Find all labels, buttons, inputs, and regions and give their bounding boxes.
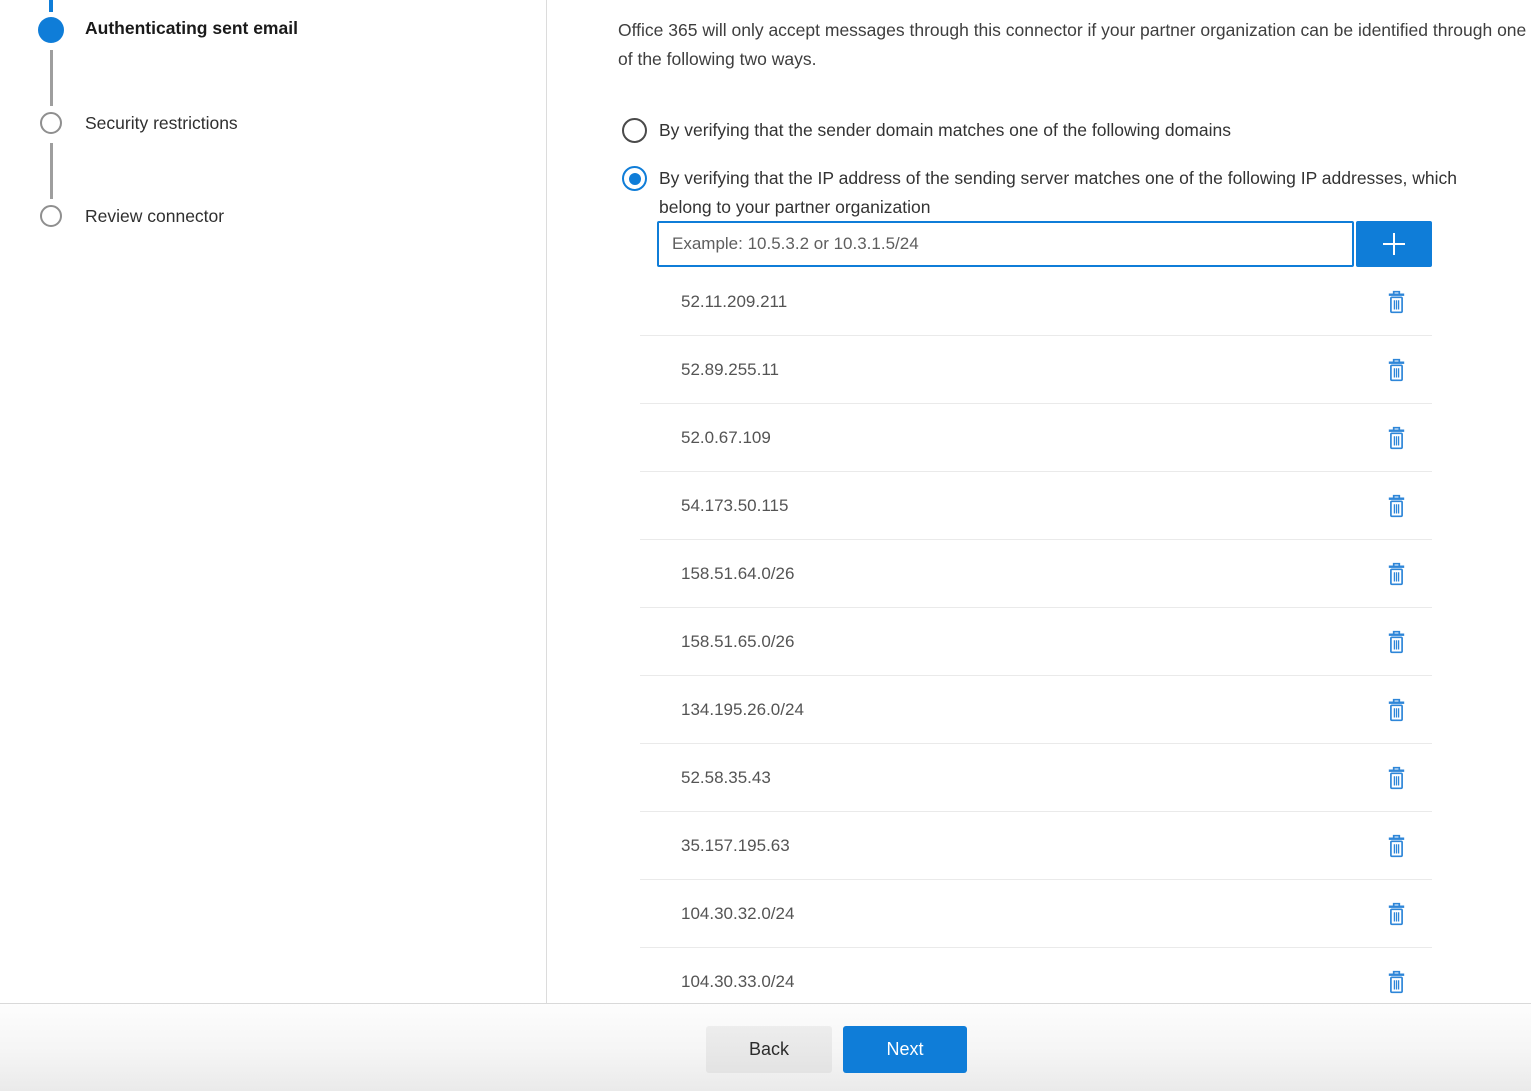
ip-address-row: 134.195.26.0/24 <box>640 676 1432 744</box>
ip-address-row: 104.30.32.0/24 <box>640 880 1432 948</box>
ip-address-input[interactable] <box>657 221 1354 267</box>
step-label-authenticating-sent-email: Authenticating sent email <box>85 18 298 39</box>
ip-address-list: 52.11.209.211 52.89.255.11 <box>640 268 1432 1003</box>
delete-ip-button[interactable] <box>1385 628 1408 656</box>
delete-ip-button[interactable] <box>1385 968 1408 996</box>
ip-address-value: 52.89.255.11 <box>681 360 779 380</box>
ip-address-row: 158.51.65.0/26 <box>640 608 1432 676</box>
trash-icon <box>1387 834 1406 858</box>
ip-address-value: 158.51.64.0/26 <box>681 564 794 584</box>
delete-ip-button[interactable] <box>1385 696 1408 724</box>
ip-address-row: 52.89.255.11 <box>640 336 1432 404</box>
ip-address-value: 134.195.26.0/24 <box>681 700 804 720</box>
next-button[interactable]: Next <box>843 1026 967 1073</box>
step-label-review-connector: Review connector <box>85 206 224 227</box>
trash-icon <box>1387 902 1406 926</box>
trash-icon <box>1387 562 1406 586</box>
ip-address-value: 52.0.67.109 <box>681 428 771 448</box>
back-button[interactable]: Back <box>706 1026 832 1073</box>
ip-address-value: 52.58.35.43 <box>681 768 771 788</box>
delete-ip-button[interactable] <box>1385 764 1408 792</box>
plus-icon <box>1380 230 1408 258</box>
radio-label-sender-domain[interactable]: By verifying that the sender domain matc… <box>659 116 1231 145</box>
connector-wizard-page: Authenticating sent email Security restr… <box>0 0 1531 1091</box>
ip-address-row: 158.51.64.0/26 <box>640 540 1432 608</box>
radio-label-ip-address[interactable]: By verifying that the IP address of the … <box>659 164 1477 222</box>
delete-ip-button[interactable] <box>1385 560 1408 588</box>
step-indicator-review-connector <box>40 205 62 227</box>
trash-icon <box>1387 766 1406 790</box>
trash-icon <box>1387 358 1406 382</box>
ip-address-row: 35.157.195.63 <box>640 812 1432 880</box>
ip-address-value: 104.30.33.0/24 <box>681 972 794 992</box>
delete-ip-button[interactable] <box>1385 424 1408 452</box>
ip-address-row: 52.0.67.109 <box>640 404 1432 472</box>
add-ip-button[interactable] <box>1356 221 1432 267</box>
step-connector <box>50 143 53 199</box>
ip-address-row: 52.11.209.211 <box>640 268 1432 336</box>
delete-ip-button[interactable] <box>1385 492 1408 520</box>
trash-icon <box>1387 494 1406 518</box>
delete-ip-button[interactable] <box>1385 356 1408 384</box>
ip-address-value: 52.11.209.211 <box>681 292 787 312</box>
radio-button-sender-domain[interactable] <box>622 118 647 143</box>
sidebar-divider <box>546 0 547 1003</box>
radio-option-sender-domain: By verifying that the sender domain matc… <box>622 116 1231 145</box>
trash-icon <box>1387 698 1406 722</box>
ip-address-row: 52.58.35.43 <box>640 744 1432 812</box>
step-connector <box>50 50 53 106</box>
step-indicator-security-restrictions <box>40 112 62 134</box>
ip-address-value: 104.30.32.0/24 <box>681 904 794 924</box>
ip-address-value: 35.157.195.63 <box>681 836 790 856</box>
step-indicator-authenticating-sent-email <box>38 17 64 43</box>
ip-address-value: 158.51.65.0/26 <box>681 632 794 652</box>
ip-address-row: 54.173.50.115 <box>640 472 1432 540</box>
delete-ip-button[interactable] <box>1385 900 1408 928</box>
step-connector-previous <box>49 0 53 12</box>
wizard-footer: Back Next <box>0 1003 1531 1091</box>
step-label-security-restrictions: Security restrictions <box>85 113 238 134</box>
intro-text: Office 365 will only accept messages thr… <box>618 16 1531 74</box>
trash-icon <box>1387 426 1406 450</box>
trash-icon <box>1387 290 1406 314</box>
trash-icon <box>1387 970 1406 994</box>
ip-address-value: 54.173.50.115 <box>681 496 788 516</box>
radio-button-ip-address[interactable] <box>622 166 647 191</box>
delete-ip-button[interactable] <box>1385 832 1408 860</box>
ip-address-row: 104.30.33.0/24 <box>640 948 1432 1003</box>
radio-option-ip-address: By verifying that the IP address of the … <box>622 164 1477 222</box>
trash-icon <box>1387 630 1406 654</box>
delete-ip-button[interactable] <box>1385 288 1408 316</box>
